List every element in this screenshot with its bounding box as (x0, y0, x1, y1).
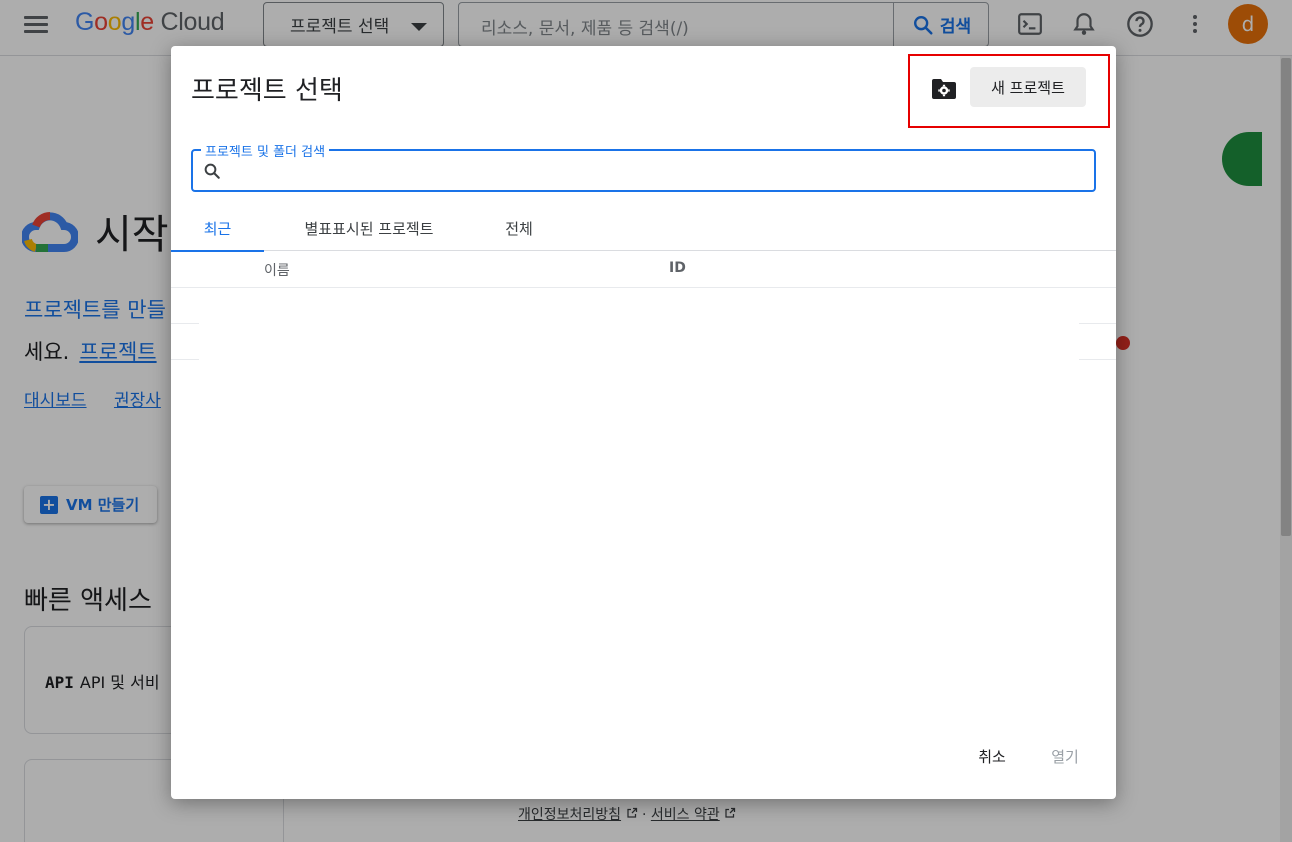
table-row[interactable] (171, 288, 1116, 324)
redacted-row-content (199, 288, 1079, 324)
table-header: 이름 ID (171, 252, 1116, 288)
dialog-tabs: 최근 별표표시된 프로젝트 전체 (171, 206, 1116, 252)
tab-all[interactable]: 전체 (489, 206, 549, 251)
table-row[interactable] (171, 324, 1116, 360)
annotation-highlight-box (908, 54, 1110, 128)
dialog-title: 프로젝트 선택 (191, 76, 343, 106)
tab-starred[interactable]: 별표표시된 프로젝트 (279, 206, 459, 251)
project-search-input[interactable] (227, 157, 1087, 185)
redacted-row-content (199, 324, 1079, 360)
select-project-dialog: 프로젝트 선택 새 프로젝트 프로젝트 및 폴더 검색 최근 별표표시된 프로젝… (171, 46, 1116, 799)
column-header-id[interactable]: ID (669, 260, 686, 276)
project-search-field[interactable]: 프로젝트 및 폴더 검색 (191, 141, 1096, 192)
column-header-name[interactable]: 이름 (264, 260, 290, 280)
search-icon (204, 163, 220, 179)
tab-recent[interactable]: 최근 (171, 206, 264, 252)
open-button[interactable]: 열기 (1037, 742, 1093, 770)
dialog-actions: 취소 열기 (171, 736, 1116, 776)
cancel-button[interactable]: 취소 (964, 742, 1020, 770)
